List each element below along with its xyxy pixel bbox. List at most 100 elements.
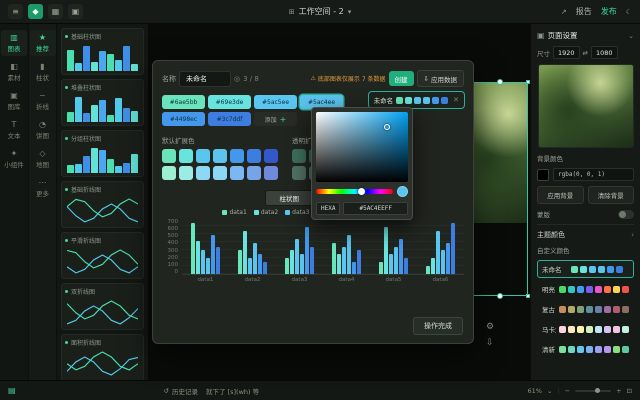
resize-handle-s[interactable] [497, 293, 503, 299]
bar[interactable] [436, 231, 440, 274]
legend-item[interactable]: data3 [285, 209, 309, 216]
rail-item-2[interactable]: ~折线 [30, 88, 56, 114]
image-add-icon[interactable]: ▣ [68, 4, 83, 19]
bar[interactable] [332, 243, 336, 274]
ext-swatch[interactable] [162, 166, 176, 180]
template-card[interactable]: 堆叠柱状图 [61, 79, 144, 126]
template-card[interactable]: 双折线图 [61, 283, 144, 330]
background-image-preview[interactable] [538, 64, 634, 148]
ext-swatch[interactable] [196, 149, 210, 163]
apply-data-button[interactable]: ⇩ 应用数据 [417, 70, 464, 87]
legend-item[interactable]: data1 [222, 209, 246, 216]
template-card[interactable]: 基础柱状图 [61, 28, 144, 75]
ext-swatch[interactable] [196, 166, 210, 180]
ext-swatch[interactable] [264, 149, 278, 163]
zoom-value[interactable]: 61% [528, 387, 542, 395]
bar[interactable] [191, 223, 195, 274]
create-button[interactable]: 创建 [389, 71, 414, 86]
bar[interactable] [258, 254, 262, 274]
picker-hue-slider[interactable] [316, 189, 393, 194]
palette-row-1[interactable]: 明亮 [537, 280, 634, 298]
done-button[interactable]: 操作完成 [413, 317, 463, 335]
bar[interactable] [347, 235, 351, 274]
palette-row-2[interactable]: 复古 [537, 300, 634, 318]
bar[interactable] [357, 250, 361, 274]
color-chip-4[interactable]: #4498ec [162, 112, 205, 126]
picker-sv-area[interactable] [316, 112, 408, 182]
hex-value-field[interactable]: #5AC4EEFF [343, 202, 408, 215]
bar[interactable] [404, 258, 408, 274]
rail-item-2[interactable]: ▣图库 [1, 88, 27, 114]
resize-handle-se[interactable] [526, 294, 530, 298]
collapse-icon[interactable]: ⌄ [628, 32, 634, 40]
bar[interactable] [248, 258, 252, 274]
palette-row-3[interactable]: 马卡龙 [537, 320, 634, 338]
bar[interactable] [263, 262, 267, 274]
fit-screen-icon[interactable]: ⊡ [627, 387, 632, 395]
picker-sv-cursor[interactable] [384, 124, 390, 130]
bar[interactable] [352, 262, 356, 274]
moon-icon[interactable]: ☾ [626, 8, 632, 16]
report-button[interactable]: 报告 [576, 6, 592, 17]
bar[interactable] [290, 250, 294, 274]
bar[interactable] [389, 254, 393, 274]
apply-bg-button[interactable]: 应用背景 [537, 186, 584, 204]
bar[interactable] [399, 239, 403, 274]
template-card[interactable]: 分组柱状图 [61, 130, 144, 177]
workspace-switcher[interactable]: ⊞ 工作空间 - 2 ▾ [289, 0, 351, 23]
ext-swatch[interactable] [247, 166, 261, 180]
bar[interactable] [441, 250, 445, 274]
bar[interactable] [300, 254, 304, 274]
color-chip-5[interactable]: #3c7ddf [208, 112, 251, 126]
ext-swatch[interactable] [264, 166, 278, 180]
publish-button[interactable]: 发布 [601, 6, 617, 17]
picker-hue-knob[interactable] [358, 188, 365, 195]
mask-toggle[interactable] [618, 210, 634, 219]
palette-row-0[interactable]: 未命名 [537, 260, 634, 278]
logo-icon[interactable]: ◆ [28, 4, 43, 19]
color-chip-2[interactable]: #5ac5ee [254, 95, 297, 109]
ext-swatch[interactable] [179, 149, 193, 163]
bar[interactable] [305, 227, 309, 274]
zoom-out-icon[interactable]: − [565, 387, 570, 395]
ext-swatch[interactable] [213, 166, 227, 180]
rail-item-0[interactable]: ★推荐 [30, 30, 56, 56]
preview-tab-0[interactable]: 柱状图 [266, 191, 314, 205]
rail-item-4[interactable]: ✦小组件 [1, 146, 27, 172]
resize-handle-n[interactable] [497, 79, 503, 85]
bar[interactable] [342, 247, 346, 275]
bar[interactable] [295, 239, 299, 274]
bg-color-value[interactable]: rgba(0, 0, 1) [553, 168, 634, 181]
bar[interactable] [310, 247, 314, 275]
template-card[interactable]: 基础折线图 [61, 181, 144, 228]
ext-swatch[interactable] [162, 149, 176, 163]
zoom-slider[interactable] [575, 390, 611, 392]
add-color-chip[interactable]: 添加+ [254, 112, 297, 126]
template-card[interactable]: 面积折线图 [61, 334, 144, 380]
history-button[interactable]: ↺ 历史记录 [164, 386, 198, 396]
color-chip-1[interactable]: #69e3de [208, 95, 251, 109]
bar[interactable] [206, 258, 210, 274]
palette-row-4[interactable]: 清新 [537, 340, 634, 358]
bar[interactable] [285, 258, 289, 274]
theme-colors-row[interactable]: 主题颜色 › [537, 224, 634, 240]
width-input[interactable]: 1920 [553, 46, 580, 59]
rail-item-0[interactable]: ▥图表 [1, 30, 27, 56]
zoom-slider-knob[interactable] [595, 388, 600, 393]
page-settings-header[interactable]: ▣ 页面设置 ⌄ [537, 30, 634, 41]
bar[interactable] [253, 243, 257, 274]
share-icon[interactable]: ↗ [561, 8, 567, 16]
download-icon[interactable]: ⇩ [486, 338, 494, 348]
bar[interactable] [201, 250, 205, 274]
bar[interactable] [451, 223, 455, 274]
ext-swatch[interactable] [292, 166, 306, 180]
bar[interactable] [384, 227, 388, 274]
bar[interactable] [379, 262, 383, 274]
bar[interactable] [426, 266, 430, 274]
docs-icon[interactable]: ▤ [8, 386, 16, 395]
bar[interactable] [394, 247, 398, 275]
height-input[interactable]: 1080 [591, 46, 618, 59]
legend-item[interactable]: data2 [254, 209, 278, 216]
zoom-chevron-icon[interactable]: ⌄ [547, 387, 552, 395]
rail-item-3[interactable]: T文本 [1, 117, 27, 143]
